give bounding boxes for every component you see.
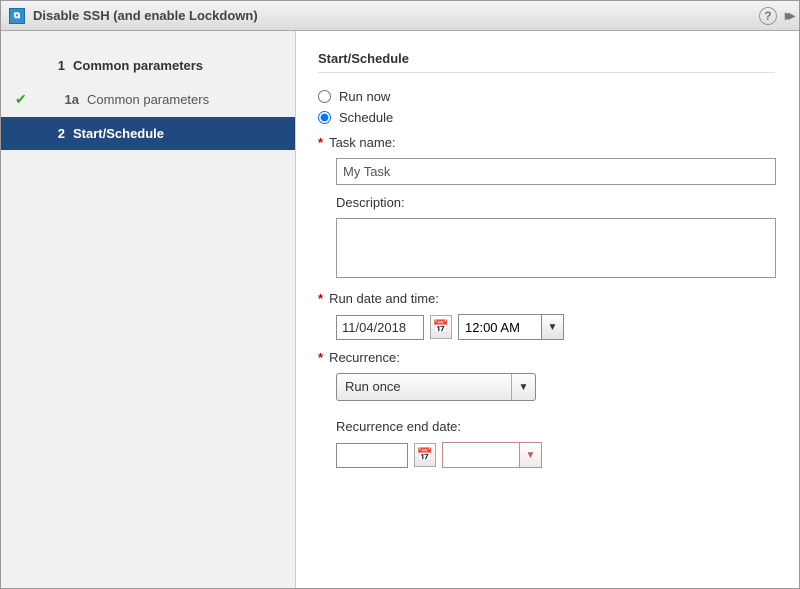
window-title: Disable SSH (and enable Lockdown) [33,8,759,23]
task-name-label-row: * Task name: [318,135,775,150]
help-icon[interactable]: ? [759,7,777,25]
skip-forward-icon[interactable]: ▸▸ [785,7,791,24]
step-1a-check-icon: ✔ [15,91,35,108]
recurrence-label: Recurrence: [329,350,400,365]
step-1a-label: Common parameters [87,92,209,107]
run-date-calendar-icon[interactable]: 📅 [430,315,452,339]
radio-run-now-row: Run now [318,89,775,104]
end-time-field: ▼ [442,442,542,468]
wizard-window: ⧉ Disable SSH (and enable Lockdown) ? ▸▸… [0,0,800,589]
divider [318,72,775,73]
radio-run-now-label: Run now [339,89,390,104]
radio-schedule[interactable] [318,111,331,124]
end-date-input[interactable] [336,443,408,468]
required-icon: * [318,350,323,365]
step-2-number: 2 [35,126,65,141]
run-time-field: ▼ [458,314,564,340]
wizard-sidebar: 1 Common parameters ✔ 1a Common paramete… [1,31,296,588]
end-time-dropdown-icon[interactable]: ▼ [519,443,541,467]
step-1-number: 1 [35,58,65,73]
task-name-label: Task name: [329,135,395,150]
app-icon: ⧉ [9,8,25,24]
required-icon: * [318,135,323,150]
task-name-input[interactable] [336,158,776,185]
description-label: Description: [336,195,405,210]
end-date-calendar-icon[interactable]: 📅 [414,443,436,467]
step-1a[interactable]: ✔ 1a Common parameters [1,82,295,117]
end-time-input[interactable] [443,443,519,467]
radio-schedule-label: Schedule [339,110,393,125]
step-1-label: Common parameters [73,58,203,73]
run-time-dropdown-icon[interactable]: ▼ [541,315,563,339]
run-date-input[interactable] [336,315,424,340]
end-date-label: Recurrence end date: [336,419,461,434]
radio-run-now[interactable] [318,90,331,103]
required-icon: * [318,291,323,306]
main-panel: Start/Schedule Run now Schedule * Task n… [296,31,799,588]
step-2[interactable]: 2 Start/Schedule [1,117,295,150]
recurrence-label-row: * Recurrence: [318,350,775,365]
description-input[interactable] [336,218,776,278]
recurrence-value: Run once [337,374,511,400]
step-2-label: Start/Schedule [73,126,164,141]
run-time-input[interactable] [459,315,541,339]
body: 1 Common parameters ✔ 1a Common paramete… [1,31,799,588]
step-1[interactable]: 1 Common parameters [1,49,295,82]
section-heading: Start/Schedule [318,51,775,66]
radio-schedule-row: Schedule [318,110,775,125]
recurrence-select[interactable]: Run once ▼ [336,373,536,401]
run-dt-label-row: * Run date and time: [318,291,775,306]
step-1a-number: 1a [35,92,79,107]
recurrence-dropdown-icon: ▼ [511,374,535,400]
run-dt-label: Run date and time: [329,291,439,306]
titlebar: ⧉ Disable SSH (and enable Lockdown) ? ▸▸ [1,1,799,31]
